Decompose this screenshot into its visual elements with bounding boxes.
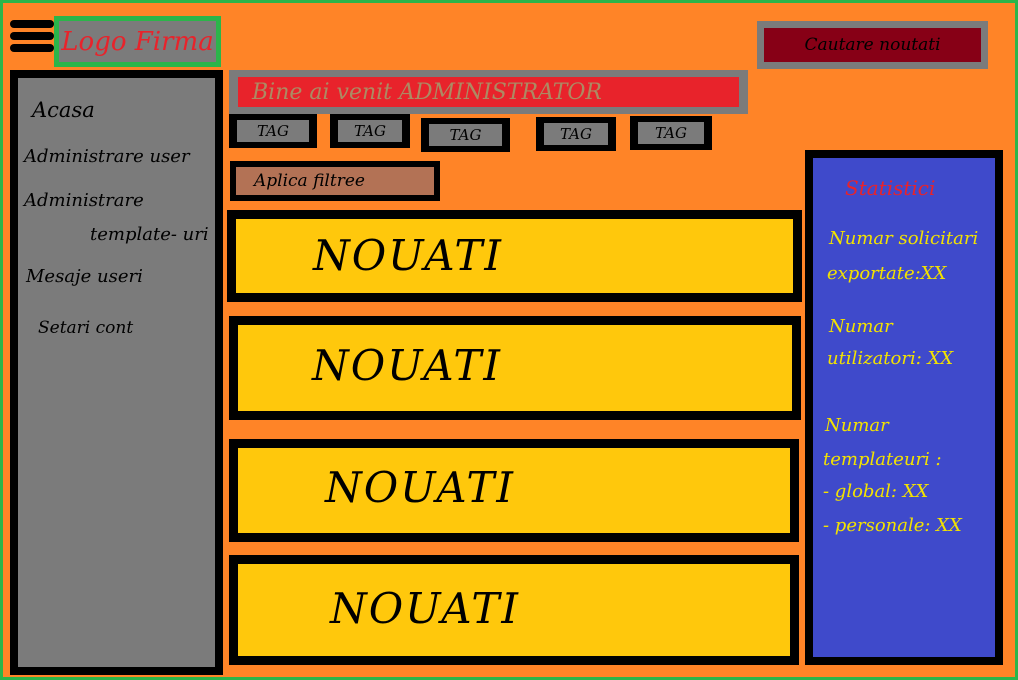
news-card-title: NOUATI (312, 341, 502, 390)
news-card[interactable]: NOUATI (229, 439, 799, 542)
tag-filter[interactable]: TAG (330, 114, 410, 148)
sidebar-item-administrare-template-line1[interactable]: Administrare (24, 190, 144, 211)
statistics-panel: Statistici Numar solicitari exportate:XX… (805, 150, 1003, 665)
tag-label: TAG (638, 122, 704, 144)
tag-filter[interactable]: TAG (630, 116, 712, 150)
company-logo[interactable]: Logo Firma (54, 16, 221, 67)
search-news-button-label: Cautare noutati (764, 28, 981, 62)
stat-line: exportate:XX (827, 263, 947, 284)
tag-label: TAG (429, 124, 502, 146)
hamburger-menu-icon[interactable] (10, 20, 54, 56)
sidebar-item-acasa[interactable]: Acasa (32, 98, 95, 122)
news-card-title: NOUATI (330, 584, 520, 633)
news-card[interactable]: NOUATI (229, 555, 799, 665)
stat-line: utilizatori: XX (827, 348, 954, 369)
statistics-title: Statistici (845, 176, 936, 200)
news-card-title: NOUATI (313, 231, 503, 280)
stat-line: Numar (829, 316, 893, 337)
stat-line: Numar (825, 415, 889, 436)
welcome-text: Bine ai venit ADMINISTRATOR (238, 77, 739, 107)
stat-line: - personale: XX (823, 515, 962, 536)
apply-filters-label: Aplica filtree (236, 167, 434, 195)
sidebar-item-administrare-user[interactable]: Administrare user (24, 146, 190, 167)
tag-filter[interactable]: TAG (229, 114, 317, 148)
sidebar: Acasa Administrare user Administrare tem… (10, 70, 223, 675)
tag-filter[interactable]: TAG (421, 118, 510, 152)
welcome-banner: Bine ai venit ADMINISTRATOR (229, 70, 748, 114)
stat-line: - global: XX (823, 481, 929, 502)
stat-line: templateuri : (823, 449, 942, 470)
search-news-button[interactable]: Cautare noutati (757, 21, 988, 69)
sidebar-item-administrare-template-line2[interactable]: template- uri (90, 224, 209, 245)
news-card[interactable]: NOUATI (227, 210, 802, 302)
stat-line: Numar solicitari (829, 228, 979, 249)
tag-label: TAG (338, 120, 402, 142)
tag-filter[interactable]: TAG (536, 117, 616, 151)
tag-label: TAG (544, 123, 608, 145)
sidebar-item-setari-cont[interactable]: Setari cont (38, 318, 133, 338)
news-card-title: NOUATI (325, 463, 515, 512)
news-card[interactable]: NOUATI (229, 316, 801, 420)
apply-filters-button[interactable]: Aplica filtree (230, 161, 440, 201)
tag-label: TAG (237, 120, 309, 142)
sidebar-item-mesaje-useri[interactable]: Mesaje useri (26, 266, 143, 287)
